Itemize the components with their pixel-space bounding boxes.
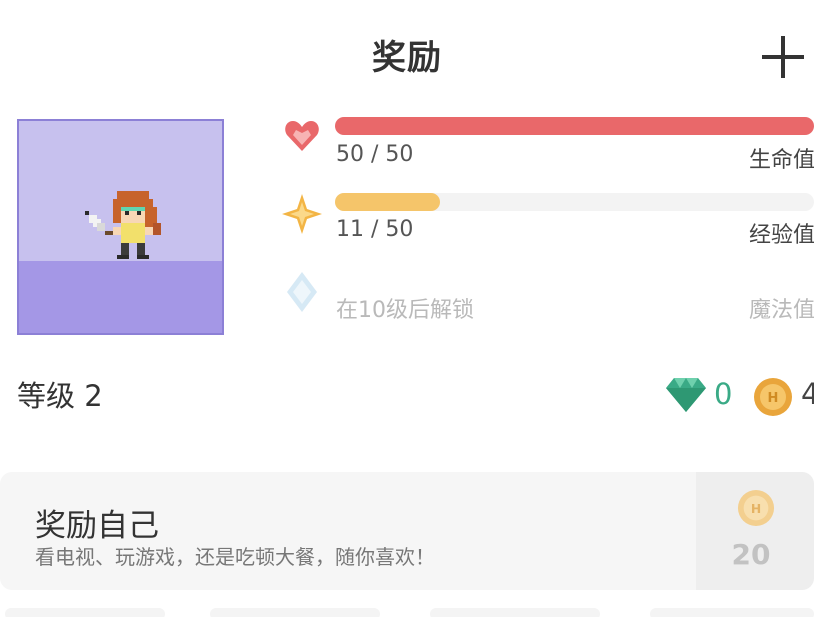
experience-bar [335, 193, 814, 211]
reward-title: 奖励自己 [35, 508, 159, 544]
avatar[interactable] [17, 119, 224, 335]
star-icon [282, 194, 322, 234]
page-title: 奖励 [372, 38, 442, 78]
experience-label: 经验值 [749, 223, 814, 248]
pixel-hero-avatar [85, 191, 161, 259]
coin-icon: H [754, 378, 792, 416]
reward-price-button[interactable]: H 20 [696, 472, 814, 590]
plus-icon [762, 36, 804, 78]
coin-count: 4 [801, 377, 814, 411]
gem-count: 0 [714, 377, 733, 411]
coin-icon: H [737, 489, 775, 527]
rewards-page: 奖励 50 / 50 生命值 11 / 50 经验值 在10级后解锁 魔法值 等… [0, 0, 814, 617]
health-bar-fill [335, 117, 814, 135]
list-item [210, 608, 380, 617]
health-value: 50 / 50 [336, 142, 414, 167]
list-item [5, 608, 165, 617]
reward-price: 20 [731, 538, 771, 571]
list-item [650, 608, 814, 617]
reward-description: 看电视、玩游戏，还是吃顿大餐，随你喜欢！ [35, 545, 435, 569]
heart-icon [285, 121, 319, 151]
health-bar [335, 117, 814, 135]
experience-value: 11 / 50 [336, 217, 414, 242]
mana-locked-text: 在10级后解锁 [336, 298, 474, 323]
list-item [430, 608, 600, 617]
experience-bar-fill [335, 193, 441, 211]
gem-icon [666, 378, 706, 412]
level-label: 等级 2 [17, 379, 103, 413]
svg-text:H: H [768, 391, 779, 406]
svg-text:H: H [751, 502, 761, 516]
diamond-icon [287, 272, 317, 312]
add-reward-button[interactable] [760, 34, 806, 80]
health-label: 生命值 [749, 148, 814, 173]
reward-item[interactable]: 奖励自己 看电视、玩游戏，还是吃顿大餐，随你喜欢！ H 20 [0, 472, 814, 590]
mana-label: 魔法值 [749, 298, 814, 323]
